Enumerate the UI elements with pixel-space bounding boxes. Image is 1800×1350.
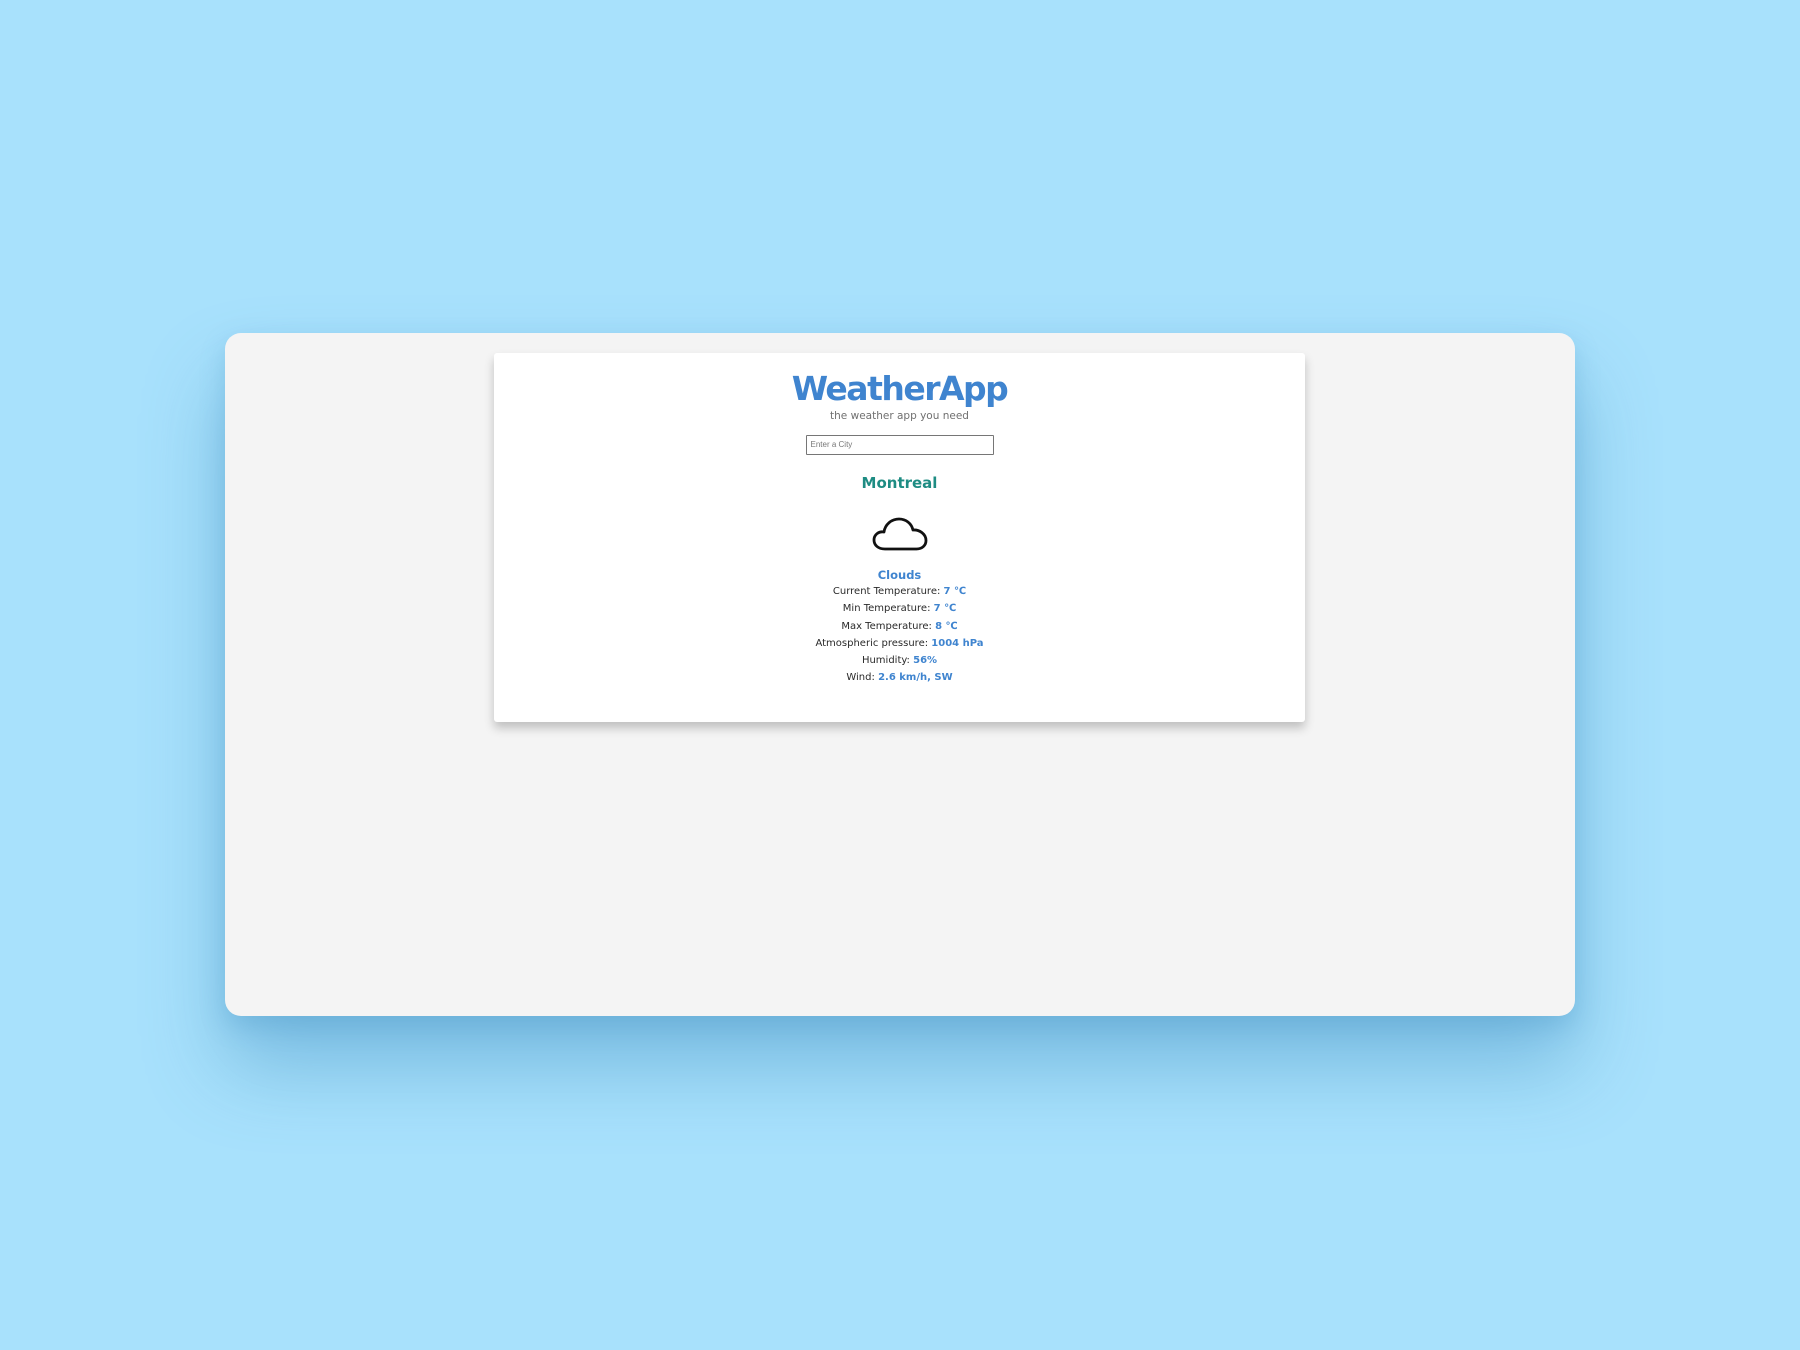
- stat-wind: Wind: 2.6 km/h, SW: [494, 669, 1305, 686]
- stat-label: Atmospheric pressure:: [815, 637, 929, 649]
- weather-card: WeatherApp the weather app you need Mont…: [494, 353, 1305, 722]
- stat-label: Humidity:: [861, 655, 910, 667]
- stat-humidity: Humidity: 56%: [494, 652, 1305, 669]
- weather-stats-list: Current Temperature: 7 ℃ Min Temperature…: [494, 583, 1305, 687]
- stat-value: 2.6 km/h, SW: [878, 672, 953, 684]
- browser-window: WeatherApp the weather app you need Mont…: [225, 333, 1575, 1016]
- weather-condition: Clouds: [877, 568, 922, 582]
- stat-value: 1004 hPa: [931, 637, 984, 649]
- cloud-icon: [872, 517, 927, 551]
- stat-value: 7 ℃: [933, 603, 957, 615]
- app-tagline: the weather app you need: [830, 410, 969, 422]
- stat-label: Max Temperature:: [841, 620, 932, 632]
- stat-max-temperature: Max Temperature: 8 ℃: [494, 618, 1305, 635]
- stat-label: Min Temperature:: [842, 603, 931, 615]
- stat-label: Wind:: [846, 672, 875, 684]
- stat-value: 56%: [913, 655, 938, 667]
- stat-min-temperature: Min Temperature: 7 ℃: [494, 600, 1305, 617]
- city-search-input[interactable]: [805, 434, 994, 455]
- app-title: WeatherApp: [791, 369, 1009, 408]
- city-name: Montreal: [861, 474, 938, 492]
- stat-current-temperature: Current Temperature: 7 ℃: [494, 583, 1305, 600]
- stat-value: 7 ℃: [943, 586, 967, 597]
- stat-label: Current Temperature:: [832, 586, 941, 597]
- stat-value: 8 ℃: [935, 620, 958, 632]
- stat-atmospheric-pressure: Atmospheric pressure: 1004 hPa: [494, 635, 1305, 652]
- search-form: [494, 432, 1305, 455]
